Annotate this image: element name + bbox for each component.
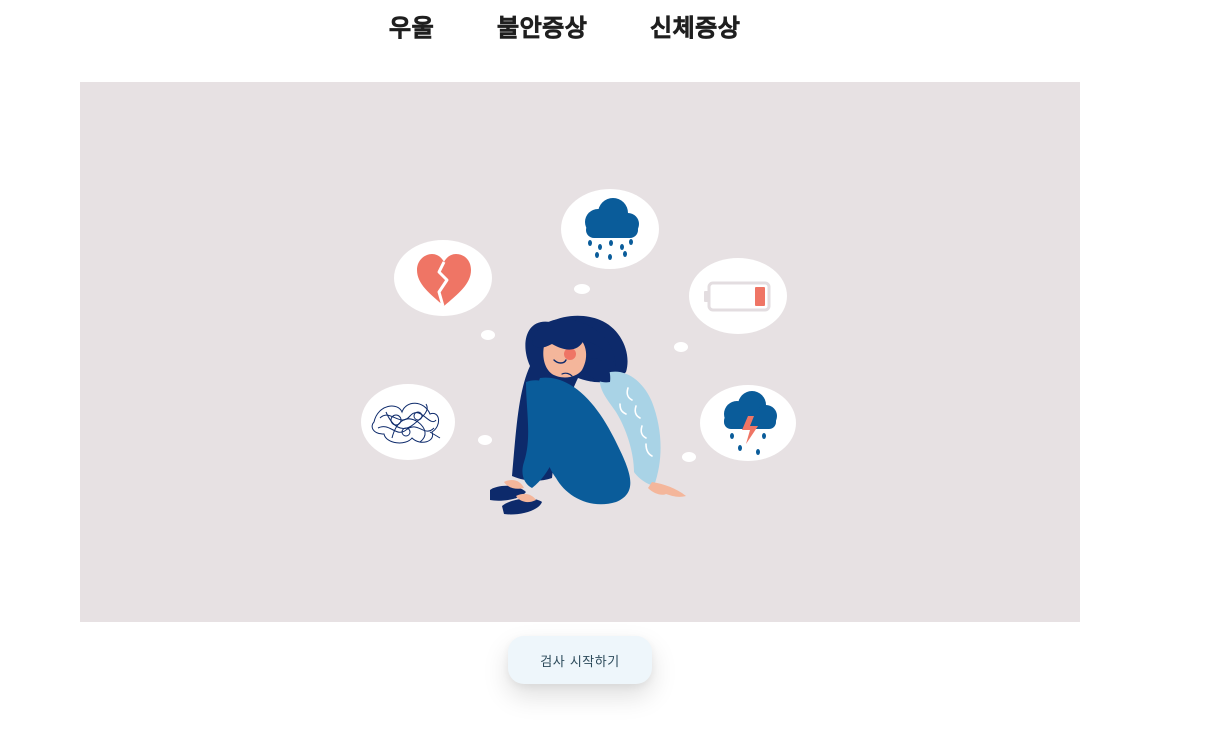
sad-woman-figure — [490, 315, 686, 515]
tab-depression[interactable]: 우울 — [389, 8, 434, 43]
tab-anxiety[interactable]: 불안증상 — [497, 8, 587, 43]
tab-somatic[interactable]: 신체증상 — [650, 8, 740, 43]
tangled-thoughts-icon — [361, 384, 455, 460]
storm-cloud-icon — [700, 385, 796, 461]
start-test-button[interactable]: 검사 시작하기 — [508, 636, 652, 684]
rain-cloud-icon — [561, 189, 659, 269]
broken-heart-icon — [394, 240, 492, 316]
low-battery-icon — [689, 258, 787, 334]
sad-woman-illustration — [361, 189, 796, 515]
hero-illustration — [80, 82, 1080, 622]
category-tabs: 우울 불안증상 신체증상 — [0, 8, 1160, 44]
